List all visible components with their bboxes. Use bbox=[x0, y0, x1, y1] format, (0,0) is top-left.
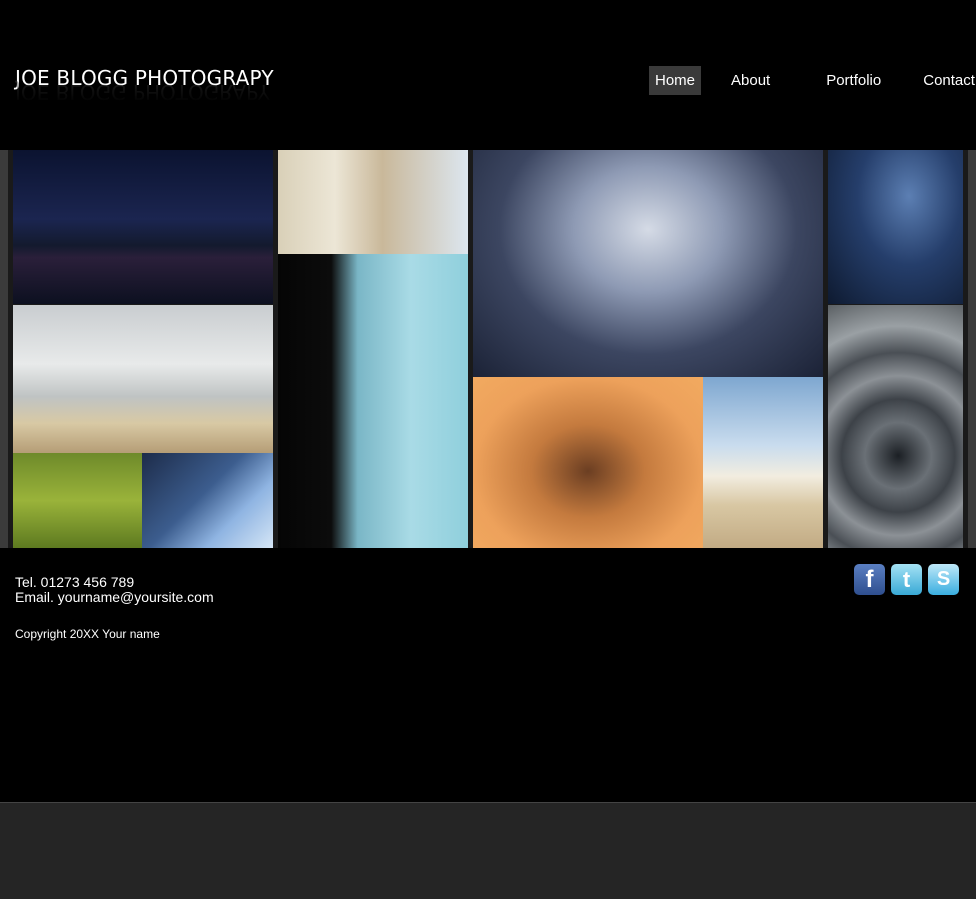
skype-icon[interactable]: S bbox=[928, 564, 959, 595]
photo-grass[interactable] bbox=[13, 453, 142, 548]
photo-surfer[interactable] bbox=[13, 305, 273, 453]
main-nav: Home About Portfolio Contact bbox=[649, 66, 976, 95]
photo-wedding-cake[interactable] bbox=[278, 254, 468, 548]
logo[interactable]: JOE BLOGG PHOTOGRAPY bbox=[15, 66, 274, 90]
nav-contact[interactable]: Contact bbox=[917, 66, 976, 95]
photo-city-skyline[interactable] bbox=[13, 150, 273, 304]
photo-spiral-staircase[interactable] bbox=[828, 305, 963, 548]
photo-beach[interactable] bbox=[703, 377, 823, 548]
skype-glyph: S bbox=[936, 568, 951, 590]
bottom-bar bbox=[0, 802, 976, 899]
nav-home[interactable]: Home bbox=[649, 66, 701, 95]
gallery-edge-right bbox=[968, 150, 976, 548]
nav-about[interactable]: About bbox=[725, 66, 776, 95]
contact-tel: Tel. 01273 456 789 bbox=[15, 574, 135, 590]
twitter-glyph: t bbox=[902, 567, 911, 592]
twitter-icon[interactable]: t bbox=[891, 564, 922, 595]
copyright: Copyright 20XX Your name bbox=[15, 627, 160, 641]
facebook-icon[interactable]: f bbox=[854, 564, 885, 595]
contact-email: Email. yourname@yoursite.com bbox=[15, 589, 214, 605]
nav-portfolio[interactable]: Portfolio bbox=[820, 66, 887, 95]
photo-concert-crowd[interactable] bbox=[828, 150, 963, 304]
gallery-edge-left bbox=[0, 150, 8, 548]
photo-headphones[interactable] bbox=[473, 377, 703, 548]
photo-glass-dome[interactable] bbox=[473, 150, 823, 377]
photo-woman-car[interactable] bbox=[278, 150, 468, 254]
facebook-glyph: f bbox=[865, 566, 874, 593]
photo-skyscrapers[interactable] bbox=[142, 453, 273, 548]
